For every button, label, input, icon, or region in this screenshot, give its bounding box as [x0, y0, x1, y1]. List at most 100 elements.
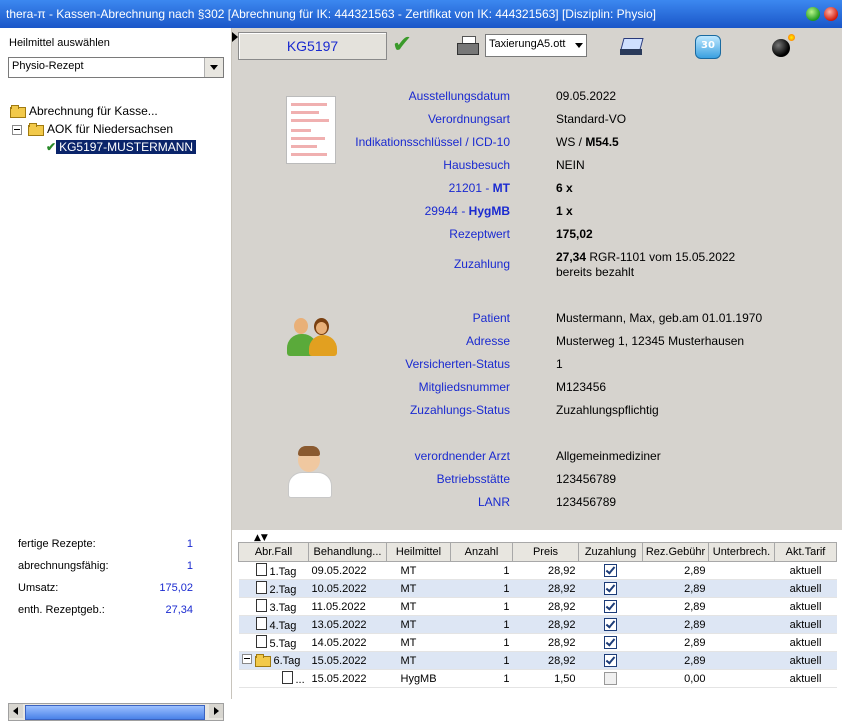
fall-label: 3.Tag: [269, 602, 297, 614]
sidebar: Heilmittel auswählen Physio-Rezept Abrec…: [0, 28, 232, 721]
cell-gebuehr: 2,89: [642, 651, 709, 670]
cell-zuzahlung: [578, 651, 643, 670]
tree-rezept-label: KG5197-MUSTERMANN: [56, 140, 197, 154]
bomb-icon[interactable]: [772, 39, 790, 57]
column-header[interactable]: Preis: [512, 542, 579, 562]
zuzahlung-checkbox[interactable]: [604, 582, 617, 595]
zuzahlung-checkbox[interactable]: [604, 564, 617, 577]
folder-open-icon: [254, 654, 271, 667]
cell-heilmittel: MT: [386, 597, 451, 616]
scroll-right-icon[interactable]: [209, 704, 223, 718]
column-header[interactable]: Anzahl: [450, 542, 513, 562]
icd-code: M54.5: [585, 135, 619, 149]
cell-anzahl: 1: [450, 651, 513, 670]
column-header[interactable]: Unterbrech.: [708, 542, 775, 562]
cell-anzahl: 1: [450, 561, 513, 580]
scroll-left-icon[interactable]: [9, 704, 23, 718]
column-header[interactable]: Rez.Gebühr: [642, 542, 709, 562]
column-header[interactable]: Behandlung...: [308, 542, 387, 562]
versicherten-status-value: 1: [556, 357, 563, 371]
cell-heilmittel: MT: [386, 561, 451, 580]
zuzahlungs-status-label: Zuzahlungs-Status: [409, 403, 510, 417]
table-row[interactable]: 2.Tag 10.05.2022 MT 1 28,92 2,89 aktuell: [238, 579, 837, 598]
table-row[interactable]: 1.Tag 09.05.2022 MT 1 28,92 2,89 aktuell: [238, 561, 837, 580]
cell-unterbrechung: [708, 615, 775, 634]
tree-kasse[interactable]: AOK für Niedersachsen: [28, 121, 173, 137]
zuzahlung-checkbox[interactable]: [604, 600, 617, 613]
position-1-code: 21201 -: [448, 181, 493, 195]
chevron-down-icon[interactable]: [575, 43, 583, 48]
table-row[interactable]: 6.Tag 15.05.2022 MT 1 28,92 2,89 aktuell: [238, 651, 837, 670]
scanner-icon[interactable]: [620, 38, 644, 56]
mitgliedsnummer-label: Mitgliedsnummer: [418, 380, 510, 394]
icd-prefix: WS /: [556, 135, 586, 149]
cell-anzahl: 1: [450, 597, 513, 616]
cell-anzahl: 1: [450, 669, 513, 688]
cell-anzahl: 1: [450, 579, 513, 598]
cell-preis: 1,50: [512, 669, 579, 688]
verordnungsart-value: Standard-VO: [556, 112, 627, 126]
position-2-name: HygMB: [468, 204, 510, 218]
table-row[interactable]: 5.Tag 14.05.2022 MT 1 28,92 2,89 aktuell: [238, 633, 837, 652]
page-icon: [255, 617, 267, 630]
position-1-value: 6 x: [556, 181, 573, 195]
checkmark-icon: ✔: [46, 140, 57, 154]
behandlungen-grid: ▲▼ Abr.Fall Behandlung... Heilmittel Anz…: [232, 530, 842, 699]
taxierung-select[interactable]: TaxierungA5.ott: [485, 34, 587, 57]
patient-label: Patient: [472, 311, 510, 325]
stat-rezeptgebuehr: enth. Rezeptgeb.: 27,34: [18, 604, 193, 626]
page-icon: [255, 635, 267, 648]
cell-datum: 13.05.2022: [308, 615, 387, 634]
page-icon: [255, 563, 267, 576]
heilmittel-select[interactable]: Physio-Rezept: [8, 57, 224, 78]
zuzahlung-checkbox[interactable]: [604, 636, 617, 649]
zuzahlung-amount: 27,34: [556, 250, 587, 264]
collapse-icon[interactable]: [12, 125, 22, 135]
chevron-down-icon[interactable]: [204, 58, 223, 77]
badge-30: 30: [701, 40, 715, 51]
close-button[interactable]: [824, 7, 838, 21]
fall-label: 6.Tag: [273, 655, 301, 667]
column-header[interactable]: Zuzahlung: [578, 542, 643, 562]
table-row[interactable]: 3.Tag 11.05.2022 MT 1 28,92 2,89 aktuell: [238, 597, 837, 616]
page-icon: [255, 581, 267, 594]
cell-anzahl: 1: [450, 615, 513, 634]
checkmark-icon[interactable]: ✔: [392, 30, 412, 58]
adresse-value: Musterweg 1, 12345 Musterhausen: [556, 334, 745, 348]
rezept-number-field[interactable]: KG5197: [238, 32, 387, 60]
collapse-icon[interactable]: [241, 654, 252, 664]
zuzahlung-checkbox[interactable]: [604, 672, 617, 685]
column-header[interactable]: Heilmittel: [386, 542, 451, 562]
scroll-thumb[interactable]: [25, 705, 205, 720]
patient-value: Mustermann, Max, geb.am 01.01.1970: [556, 311, 763, 325]
fall-label: 2.Tag: [269, 584, 297, 596]
folder-open-icon: [10, 105, 26, 118]
fall-label: 1.Tag: [269, 566, 297, 578]
horizontal-scrollbar[interactable]: [8, 703, 224, 721]
column-header[interactable]: Abr.Fall: [238, 542, 309, 562]
cell-unterbrechung: [708, 633, 775, 652]
stat-value: 175,02: [159, 582, 193, 594]
hausbesuch-value: NEIN: [556, 158, 585, 172]
tree-root[interactable]: Abrechnung für Kasse...: [10, 103, 158, 119]
folder-open-icon: [28, 123, 44, 136]
cell-tarif: aktuell: [774, 597, 837, 616]
zuzahlung-checkbox[interactable]: [604, 618, 617, 631]
cell-heilmittel: MT: [386, 579, 451, 598]
ausstellungsdatum-label: Ausstellungsdatum: [408, 89, 510, 103]
fuse-spark-icon: [788, 34, 795, 41]
calendar-30-icon[interactable]: 30: [695, 35, 721, 59]
table-row[interactable]: 4.Tag 13.05.2022 MT 1 28,92 2,89 aktuell: [238, 615, 837, 634]
minimize-button[interactable]: [806, 7, 820, 21]
tree-rezept[interactable]: ✔ KG5197-MUSTERMANN: [46, 139, 197, 155]
cell-zuzahlung: [578, 669, 643, 688]
position-1-name: MT: [492, 181, 510, 195]
column-header[interactable]: Akt.Tarif: [774, 542, 837, 562]
cell-unterbrechung: [708, 651, 775, 670]
printer-icon[interactable]: [457, 36, 479, 56]
arzt-label: verordnender Arzt: [414, 449, 510, 463]
cell-anzahl: 1: [450, 633, 513, 652]
stat-label: abrechnungsfähig:: [18, 560, 109, 572]
table-row[interactable]: ... 15.05.2022 HygMB 1 1,50 0,00 aktuell: [238, 669, 837, 688]
zuzahlung-checkbox[interactable]: [604, 654, 617, 667]
